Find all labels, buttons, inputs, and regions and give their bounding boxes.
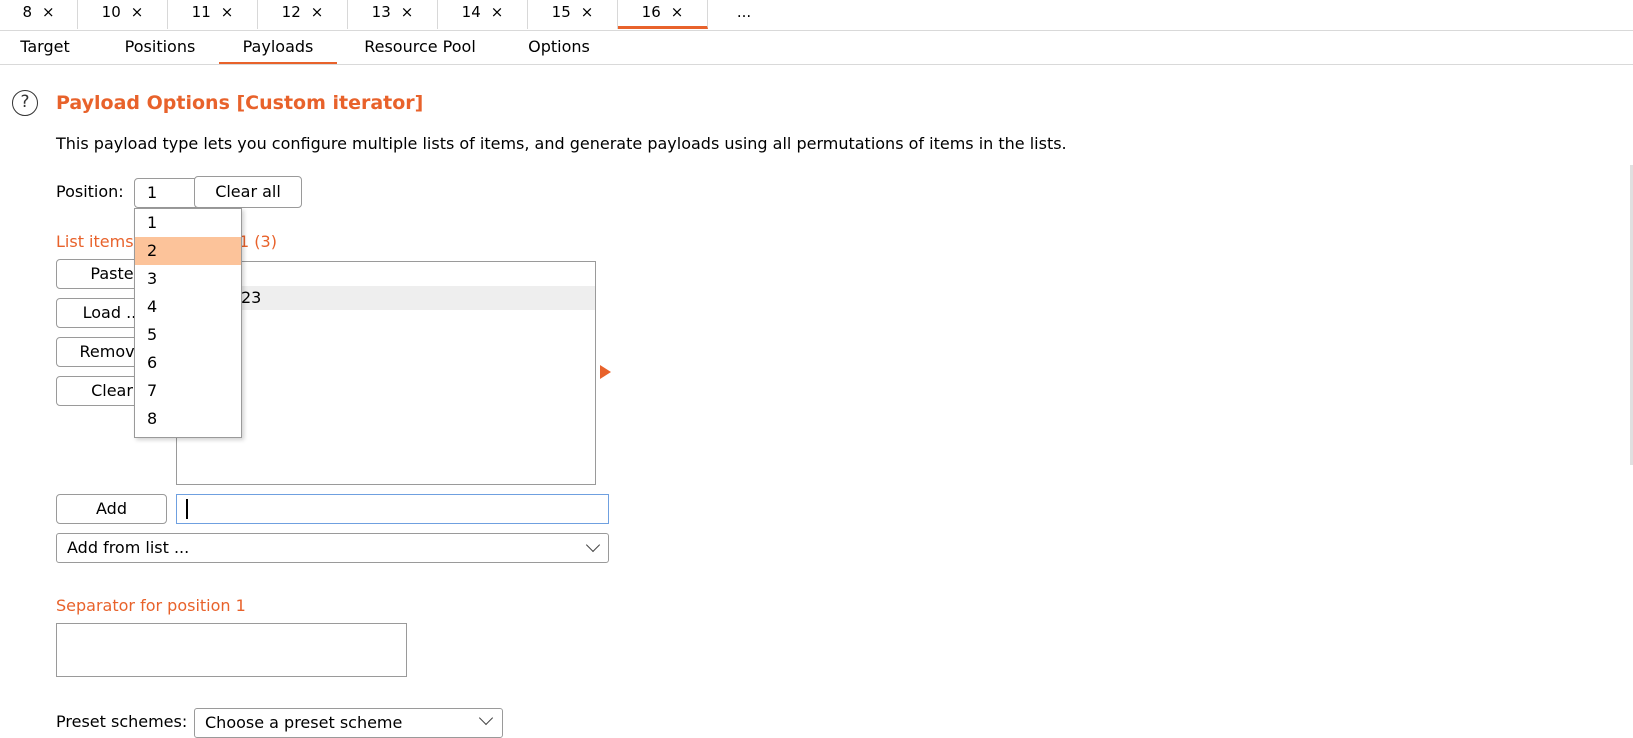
attack-tab-more[interactable]: ... [708, 0, 780, 29]
attack-tab-label: 11 [191, 3, 211, 21]
list-items-count: 1 (3) [239, 232, 277, 251]
attack-tab-11[interactable]: 11 × [168, 0, 258, 29]
attack-tab-label: 16 [641, 3, 661, 21]
attack-tab-label: 12 [281, 3, 301, 21]
dropdown-option[interactable]: 6 [135, 349, 241, 377]
dropdown-option[interactable]: 1 [135, 209, 241, 237]
attack-tab-label: 13 [371, 3, 391, 21]
text-caret [186, 499, 188, 519]
attack-tab-16[interactable]: 16 × [618, 0, 708, 29]
clear-all-button[interactable]: Clear all [194, 176, 302, 208]
dropdown-option[interactable]: 7 [135, 377, 241, 405]
dropdown-option-highlighted[interactable]: 2 [135, 237, 241, 265]
attack-tab-13[interactable]: 13 × [348, 0, 438, 29]
attack-tab-15[interactable]: 15 × [528, 0, 618, 29]
section-title: Payload Options [Custom iterator] [56, 92, 424, 114]
close-icon[interactable]: × [401, 3, 414, 21]
attack-tab-14[interactable]: 14 × [438, 0, 528, 29]
close-icon[interactable]: × [131, 3, 144, 21]
position-label: Position: [56, 182, 124, 201]
preset-schemes-label: Preset schemes: [56, 712, 188, 731]
close-icon[interactable]: × [221, 3, 234, 21]
tab-resource-pool[interactable]: Resource Pool [355, 32, 485, 62]
dropdown-option[interactable]: 8 [135, 405, 241, 433]
subtabs-divider [0, 64, 1633, 65]
section-description: This payload type lets you configure mul… [56, 134, 1067, 153]
preset-scheme-placeholder: Choose a preset scheme [205, 713, 403, 732]
separator-label: Separator for position 1 [56, 596, 246, 615]
attack-tab-label: 15 [551, 3, 571, 21]
dropdown-option[interactable]: 4 [135, 293, 241, 321]
close-icon[interactable]: × [491, 3, 504, 21]
add-from-list-select[interactable]: Add from list ... [56, 533, 609, 563]
tab-positions[interactable]: Positions [110, 32, 210, 62]
tab-options[interactable]: Options [515, 32, 603, 62]
add-from-list-label: Add from list ... [67, 538, 190, 557]
tabs-divider [0, 30, 1633, 31]
tab-payloads[interactable]: Payloads [219, 32, 337, 65]
position-dropdown[interactable]: 1 2 3 4 5 6 7 8 [134, 208, 242, 438]
help-icon[interactable]: ? [12, 90, 38, 116]
attack-tabs-bar: 8 × 10 × 11 × 12 × 13 × 14 × 15 × 16 × ... [0, 0, 1633, 30]
tab-target[interactable]: Target [10, 32, 80, 62]
add-button[interactable]: Add [56, 494, 167, 524]
attack-tab-12[interactable]: 12 × [258, 0, 348, 29]
attack-tab-label: 10 [101, 3, 121, 21]
close-icon[interactable]: × [671, 3, 684, 21]
dropdown-option[interactable]: 3 [135, 265, 241, 293]
dropdown-option[interactable]: 5 [135, 321, 241, 349]
position-select[interactable]: 1 [134, 178, 198, 208]
add-item-input[interactable] [176, 494, 609, 524]
attack-tab-label: 8 [22, 3, 32, 21]
close-icon[interactable]: × [42, 3, 55, 21]
attack-tab-10[interactable]: 10 × [78, 0, 168, 29]
preset-scheme-select[interactable]: Choose a preset scheme [194, 708, 503, 738]
more-tabs-label: ... [736, 3, 752, 21]
list-items-label: List items [56, 232, 134, 251]
attack-tab-label: 14 [461, 3, 481, 21]
close-icon[interactable]: × [311, 3, 324, 21]
close-icon[interactable]: × [581, 3, 594, 21]
expand-arrow-icon[interactable] [600, 365, 611, 379]
separator-field[interactable] [56, 623, 407, 677]
attack-tab-8[interactable]: 8 × [0, 0, 78, 29]
